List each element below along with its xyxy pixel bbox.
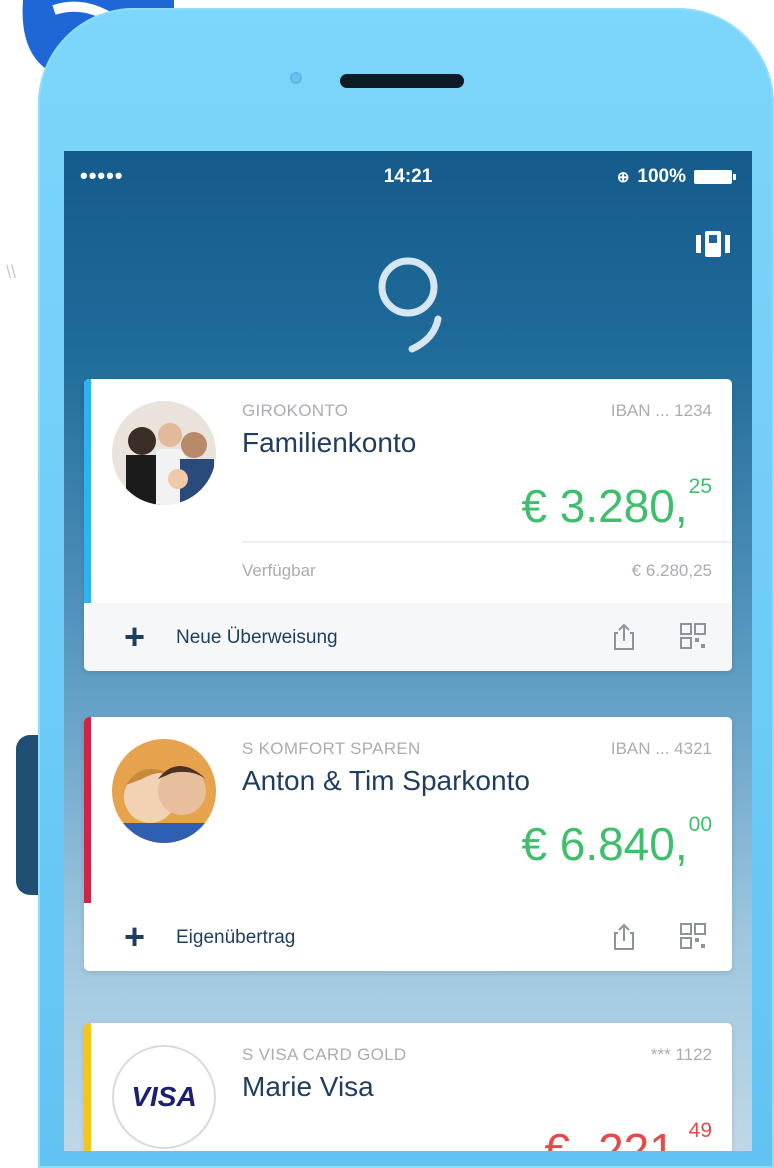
camera-icon [290, 72, 302, 84]
visa-avatar: VISA [112, 1045, 216, 1149]
account-type: GIROKONTO [242, 401, 349, 420]
status-bar: ••••• 14:21 ⊕ 100% [64, 151, 752, 201]
account-number: *** 1122 [650, 1045, 712, 1064]
balance-cents: 25 [688, 475, 712, 498]
account-name: Familienkonto [242, 427, 417, 458]
balance-cents: 49 [688, 1119, 712, 1142]
card-divider [242, 541, 732, 543]
battery-icon [694, 170, 736, 184]
account-iban: IBAN ... 4321 [610, 739, 712, 758]
own-transfer-button[interactable]: Eigenübertrag [176, 927, 295, 949]
plus-icon[interactable]: + [124, 919, 145, 955]
account-name: Marie Visa [242, 1071, 374, 1102]
balance-main: € 6.840, [521, 818, 688, 870]
account-balance: € 6.840,00 [521, 813, 712, 871]
account-type: S KOMFORT SPAREN [242, 739, 421, 758]
lock-rotation-icon: ⊕ [616, 169, 630, 186]
visa-logo-text: VISA [131, 1081, 197, 1112]
account-balance: € -221,49 [544, 1119, 712, 1151]
card-stripe [84, 1023, 91, 1151]
share-icon[interactable] [612, 623, 636, 651]
avatar [112, 401, 216, 505]
battery-percent: 100% [637, 166, 686, 187]
available-label: Verfügbar [242, 561, 316, 580]
account-type: S VISA CARD GOLD [242, 1045, 407, 1064]
qr-code-icon[interactable] [680, 623, 706, 649]
card-action-row: + Eigenübertrag [84, 903, 732, 971]
account-balance: € 3.280,25 [521, 475, 712, 533]
account-iban: IBAN ... 1234 [610, 401, 712, 420]
avatar [112, 739, 216, 843]
brand-logo-icon [378, 257, 442, 353]
card-action-row: + Neue Überweisung [84, 603, 732, 671]
balance-main: € 3.280, [521, 480, 688, 532]
phone-frame: ••••• 14:21 ⊕ 100% GIROKONTO IBAN ... 12… [38, 8, 774, 1168]
account-card-savings[interactable]: S KOMFORT SPAREN IBAN ... 4321 Anton & T… [84, 717, 732, 971]
qr-code-icon[interactable] [680, 923, 706, 949]
status-right: ⊕ 100% [616, 166, 736, 188]
app-screen: ••••• 14:21 ⊕ 100% GIROKONTO IBAN ... 12… [64, 151, 752, 1151]
available-value: € 6.280,25 [631, 561, 712, 580]
account-name: Anton & Tim Sparkonto [242, 765, 530, 796]
share-icon[interactable] [612, 923, 636, 951]
balance-cents: 00 [688, 813, 712, 836]
speaker-grille [340, 74, 464, 88]
account-card-visa[interactable]: VISA S VISA CARD GOLD *** 1122 Marie Vis… [84, 1023, 732, 1151]
account-card-girokonto[interactable]: GIROKONTO IBAN ... 1234 Familienkonto € … [84, 379, 732, 671]
balance-main: € -221, [544, 1124, 688, 1151]
background-mark: \\ [6, 262, 17, 282]
plus-icon[interactable]: + [124, 619, 145, 655]
card-scan-icon[interactable] [696, 231, 730, 257]
new-transfer-button[interactable]: Neue Überweisung [176, 627, 338, 649]
